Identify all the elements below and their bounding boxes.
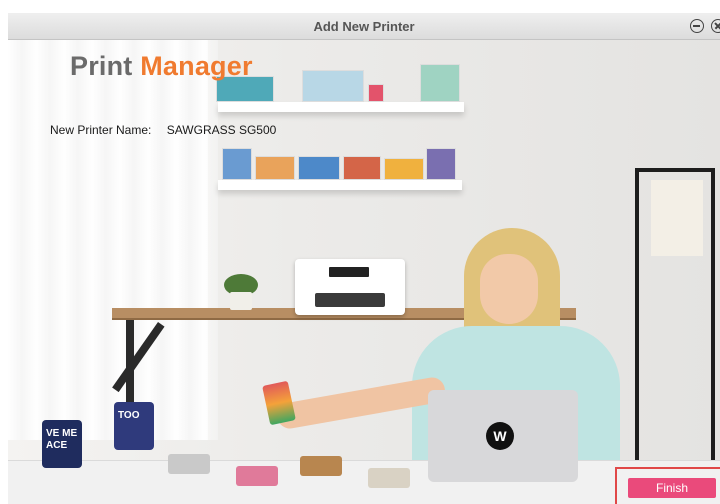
close-icon[interactable] xyxy=(711,19,720,33)
printer-name-row: New Printer Name: SAWGRASS SG500 xyxy=(50,123,276,137)
photo-tile xyxy=(222,148,252,180)
printer-name-label: New Printer Name: xyxy=(50,123,152,137)
logo-word-manager: Manager xyxy=(140,51,253,81)
frame-art xyxy=(302,70,364,102)
woman-face xyxy=(480,254,538,324)
frame-art xyxy=(368,84,384,102)
held-coaster xyxy=(262,380,296,426)
photo-tile xyxy=(343,156,381,180)
mug: TOO xyxy=(114,402,154,450)
background-scene-image: W VE ME ACE TOO xyxy=(8,40,720,504)
window-title: Add New Printer xyxy=(313,19,415,34)
photo-tile xyxy=(298,156,340,180)
coaster xyxy=(168,454,210,474)
photo-tile xyxy=(426,148,456,180)
lamp-shade xyxy=(651,180,703,256)
finish-button[interactable]: Finish xyxy=(628,478,716,498)
print-manager-logo: Print Manager xyxy=(70,51,253,82)
mug: VE ME ACE xyxy=(42,420,82,468)
frame-art xyxy=(420,64,460,102)
shelf-middle xyxy=(218,180,462,190)
minimize-icon[interactable] xyxy=(690,19,704,33)
add-printer-window: Add New Printer W VE ME ACE TOO Print Ma… xyxy=(8,13,720,504)
curtain-sheer xyxy=(148,40,218,440)
plant-pot xyxy=(230,292,252,310)
table-surface xyxy=(8,460,720,504)
laptop-logo-icon: W xyxy=(486,422,514,450)
coaster xyxy=(368,468,410,488)
printer-display xyxy=(329,267,369,277)
title-bar: Add New Printer xyxy=(8,13,720,40)
coaster-stack xyxy=(300,456,342,476)
shelf-top xyxy=(218,102,464,112)
photo-tile xyxy=(255,156,295,180)
photo-tile xyxy=(384,158,424,180)
printer-tray xyxy=(315,293,385,307)
printer-name-value: SAWGRASS SG500 xyxy=(166,123,277,137)
printer-illustration xyxy=(295,259,405,315)
coaster xyxy=(236,466,278,486)
logo-word-print: Print xyxy=(70,51,133,81)
